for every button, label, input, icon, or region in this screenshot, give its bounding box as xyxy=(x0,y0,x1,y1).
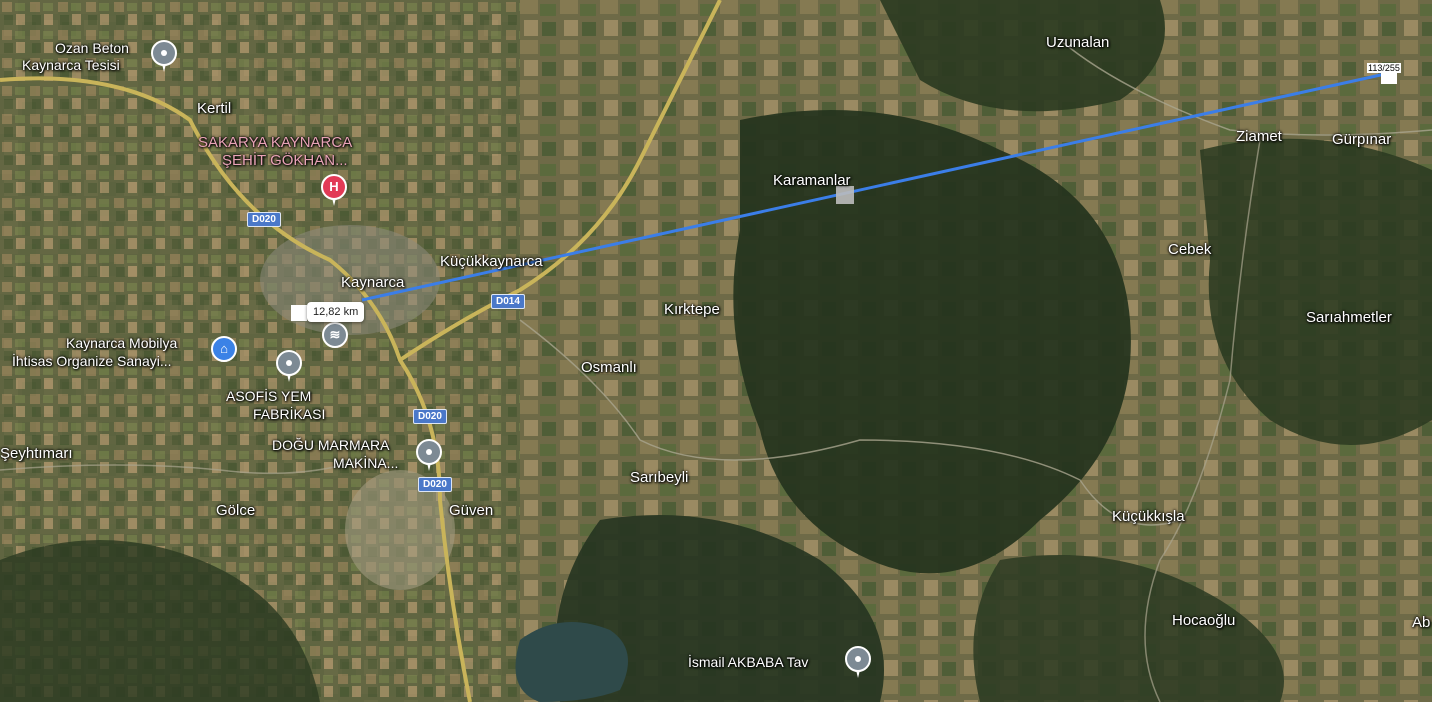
place-label[interactable]: Sarıahmetler xyxy=(1306,309,1392,326)
place-label[interactable]: FABRİKASI xyxy=(253,406,325,423)
place-label[interactable]: Kertil xyxy=(197,100,231,117)
location-pin-icon[interactable] xyxy=(276,350,302,382)
place-label[interactable]: Küçükkışla xyxy=(1112,508,1185,525)
place-label[interactable]: Ziamet xyxy=(1236,128,1282,145)
road-shield-d014: D014 xyxy=(491,294,525,309)
place-label[interactable]: Kaynarca xyxy=(341,274,404,291)
hospital-label[interactable]: ŞEHİT GÖKHAN... xyxy=(222,152,348,169)
location-pin-icon[interactable] xyxy=(151,40,177,72)
place-label[interactable]: Şeyhtımarı xyxy=(0,445,73,462)
place-label[interactable]: Gürpınar xyxy=(1332,131,1391,148)
place-label[interactable]: MAKİNA... xyxy=(333,455,398,472)
location-pin-icon[interactable] xyxy=(416,439,442,471)
place-label[interactable]: Küçükkaynarca xyxy=(440,253,543,270)
hospital-label[interactable]: SAKARYA KAYNARCA xyxy=(198,134,352,151)
measurement-end-label: 113/255 xyxy=(1367,63,1401,73)
place-label[interactable]: Kaynarca Tesisi xyxy=(22,57,120,74)
place-label[interactable]: Cebek xyxy=(1168,241,1211,258)
place-label[interactable]: Ab xyxy=(1412,614,1430,631)
shopping-bag-icon[interactable]: ⌂ xyxy=(211,336,237,362)
place-label[interactable]: Sarıbeyli xyxy=(630,469,688,486)
place-label[interactable]: Gölce xyxy=(216,502,255,519)
place-label[interactable]: Uzunalan xyxy=(1046,34,1109,51)
place-label[interactable]: Karamanlar xyxy=(773,172,851,189)
place-label[interactable]: İhtisas Organize Sanayi... xyxy=(12,353,172,370)
place-label[interactable]: Güven xyxy=(449,502,493,519)
road-shield-d020: D020 xyxy=(247,212,281,227)
location-pin-icon[interactable] xyxy=(845,646,871,678)
place-label[interactable]: Ozan Beton xyxy=(55,40,129,57)
place-label[interactable]: DOĞU MARMARA xyxy=(272,437,389,454)
place-label[interactable]: Hocaoğlu xyxy=(1172,612,1235,629)
place-label[interactable]: Osmanlı xyxy=(581,359,637,376)
road-shield-d020: D020 xyxy=(413,409,447,424)
place-label[interactable]: ASOFİS YEM xyxy=(226,388,311,405)
place-label[interactable]: Kırktepe xyxy=(664,301,720,318)
place-label[interactable]: İsmail AKBABA Tav xyxy=(688,654,808,671)
layers-icon[interactable]: ≋ xyxy=(322,322,348,348)
measurement-start-handle[interactable] xyxy=(291,305,307,321)
distance-label: 12,82 km xyxy=(307,302,365,322)
hospital-icon[interactable]: H xyxy=(321,174,347,206)
place-label[interactable]: Kaynarca Mobilya xyxy=(66,335,177,352)
road-shield-d020: D020 xyxy=(418,477,452,492)
